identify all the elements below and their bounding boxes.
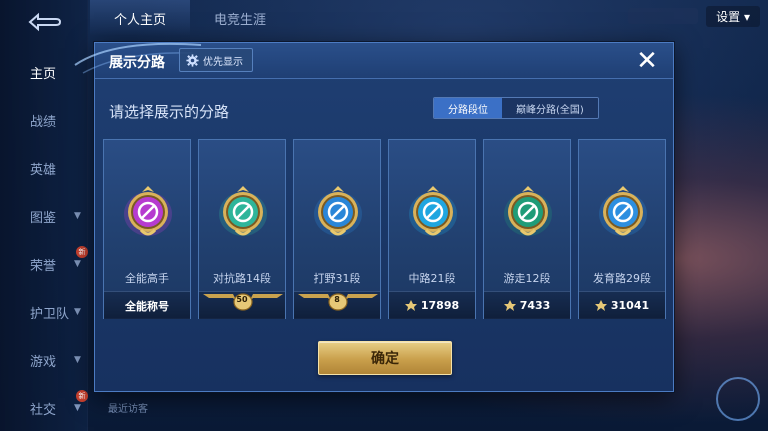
lane-name: 全能高手 bbox=[125, 272, 169, 285]
lane-card[interactable]: 对抗路14段 50 bbox=[198, 139, 286, 319]
chevron-down-icon: ▼ bbox=[74, 355, 81, 365]
rank-level-badge: 8 bbox=[294, 291, 380, 319]
farm-lane-emblem-icon bbox=[599, 186, 647, 236]
confirm-button[interactable]: 确定 bbox=[318, 341, 452, 375]
nav-item[interactable]: 战绩 bbox=[0, 96, 88, 144]
nav-item-label: 主页 bbox=[30, 66, 57, 82]
tab-personal-home[interactable]: 个人主页 bbox=[90, 0, 190, 36]
nav-item[interactable]: 英雄 bbox=[0, 144, 88, 192]
settings-button[interactable]: 设置 ▾ bbox=[706, 5, 760, 27]
nav-item-label: 英雄 bbox=[30, 162, 57, 178]
clash-lane-emblem-icon bbox=[219, 186, 267, 236]
allround-emblem-icon bbox=[124, 186, 172, 236]
peak-score-value: 31041 bbox=[610, 299, 650, 312]
nav-item-label: 荣誉 bbox=[30, 258, 57, 274]
close-icon: ✕ bbox=[636, 46, 658, 76]
gear-icon bbox=[186, 53, 199, 67]
lane-name: 打野31段 bbox=[313, 272, 361, 285]
left-nav: 主页 战绩 英雄 图鉴 ▼ 荣誉 ▼ 新护卫队 ▼ 游戏 ▼ 社交 ▼ 新 bbox=[0, 0, 88, 431]
jungle-emblem-icon bbox=[314, 186, 362, 236]
roam-emblem-icon bbox=[504, 186, 552, 236]
rank-level-number: 50 bbox=[236, 295, 248, 304]
peak-score-value: 17898 bbox=[420, 299, 460, 312]
title-footer-label: 全能称号 bbox=[125, 299, 169, 313]
title-footer: 全能称号 bbox=[104, 291, 190, 319]
lane-name: 游走12段 bbox=[503, 272, 551, 285]
mid-lane-emblem-icon bbox=[409, 186, 457, 236]
lane-name: 中路21段 bbox=[408, 272, 456, 285]
lane-card[interactable]: 打野31段 8 bbox=[293, 139, 381, 319]
recent-visitors-label: 最近访客 bbox=[108, 404, 148, 415]
peak-score-icon bbox=[404, 300, 417, 311]
lane-card[interactable]: 发育路29段 31041 bbox=[578, 139, 666, 319]
priority-display-button[interactable]: 优先显示 bbox=[179, 48, 253, 72]
modal-title: 展示分路 bbox=[109, 55, 165, 71]
peak-score: 7433 bbox=[484, 291, 570, 319]
back-arrow-icon[interactable] bbox=[24, 12, 64, 32]
lane-card-list: 全能高手 全能称号 对抗路14段 50 打野31段 8 中路21段 17898 游走12段 743… bbox=[103, 139, 667, 319]
nav-item[interactable]: 社交 ▼ 新 bbox=[0, 384, 88, 431]
lane-card[interactable]: 全能高手 全能称号 bbox=[103, 139, 191, 319]
nav-item[interactable]: 游戏 ▼ bbox=[0, 336, 88, 384]
nav-item[interactable]: 荣誉 ▼ 新 bbox=[0, 240, 88, 288]
display-lane-modal: 展示分路 优先显示 ✕ 请选择展示的分路 分路段位 巅峰分路(全国) 全能高手全… bbox=[74, 42, 674, 392]
chevron-down-icon: ▼ bbox=[74, 307, 81, 317]
modal-subtitle: 请选择展示的分路 bbox=[109, 103, 230, 121]
lane-name: 发育路29段 bbox=[593, 272, 651, 285]
chevron-down-icon: ▼ bbox=[74, 403, 81, 413]
peak-score: 17898 bbox=[389, 291, 475, 319]
nav-item[interactable]: 图鉴 ▼ bbox=[0, 192, 88, 240]
tab-esports-career[interactable]: 电竞生涯 bbox=[190, 0, 290, 36]
top-tabs: 个人主页 电竞生涯 bbox=[90, 0, 290, 36]
peak-score: 31041 bbox=[579, 291, 665, 319]
peak-score-value: 7433 bbox=[519, 299, 551, 312]
priority-label: 优先显示 bbox=[203, 56, 243, 68]
right-action-icon[interactable] bbox=[716, 377, 760, 421]
lane-card[interactable]: 游走12段 7433 bbox=[483, 139, 571, 319]
new-badge: 新 bbox=[76, 390, 88, 402]
peak-score-icon bbox=[503, 300, 516, 311]
status-pill bbox=[628, 8, 699, 24]
top-right-bar: 设置 ▾ bbox=[628, 0, 768, 32]
nav-item-label: 社交 bbox=[30, 402, 57, 418]
nav-item-label: 护卫队 bbox=[30, 306, 70, 322]
settings-label: 设置 bbox=[716, 9, 741, 24]
rank-level-badge: 50 bbox=[199, 291, 285, 319]
lane-name: 对抗路14段 bbox=[213, 272, 271, 285]
nav-item-label: 战绩 bbox=[30, 114, 57, 130]
nav-item[interactable]: 护卫队 ▼ bbox=[0, 288, 88, 336]
new-badge: 新 bbox=[76, 246, 88, 258]
nav-item-label: 图鉴 bbox=[30, 210, 57, 226]
rank-level-number: 8 bbox=[334, 295, 340, 304]
peak-score-icon bbox=[594, 300, 607, 311]
chevron-down-icon: ▼ bbox=[74, 259, 81, 269]
nav-item-label: 游戏 bbox=[30, 354, 57, 370]
lane-card[interactable]: 中路21段 17898 bbox=[388, 139, 476, 319]
mode-switch: 分路段位 巅峰分路(全国) bbox=[433, 97, 599, 119]
nav-item[interactable]: 主页 bbox=[0, 48, 88, 96]
close-button[interactable]: ✕ bbox=[633, 47, 661, 75]
segment-peak-lane[interactable]: 巅峰分路(全国) bbox=[502, 98, 598, 118]
segment-lane-rank[interactable]: 分路段位 bbox=[434, 98, 502, 118]
chevron-down-icon: ▼ bbox=[74, 211, 81, 221]
